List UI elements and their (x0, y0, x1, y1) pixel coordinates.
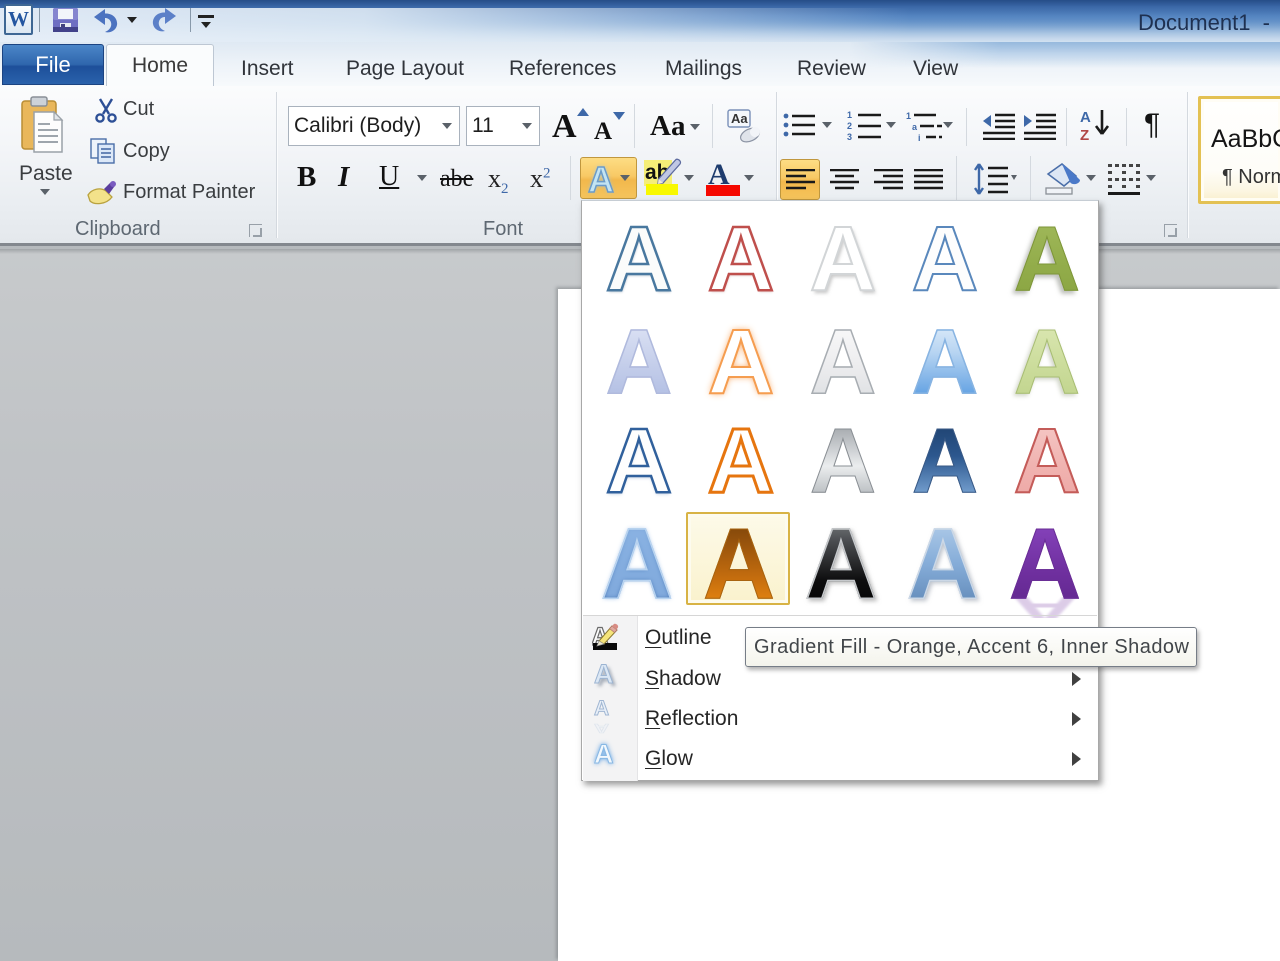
svg-text:2: 2 (847, 121, 852, 131)
svg-text:3: 3 (847, 132, 852, 141)
svg-text:Aa: Aa (731, 111, 748, 126)
svg-text:1: 1 (847, 110, 852, 120)
svg-text:1: 1 (906, 111, 911, 121)
svg-text:A: A (1080, 109, 1091, 126)
svg-text:i: i (918, 133, 921, 141)
svg-text:a: a (912, 122, 918, 132)
svg-text:Z: Z (1080, 127, 1089, 144)
